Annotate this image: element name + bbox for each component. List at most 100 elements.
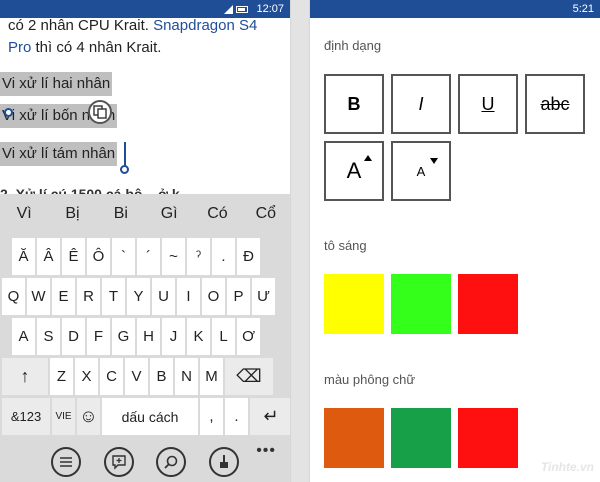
- document-panel: 12:07 có 2 nhân CPU Krait. Snapdragon S4…: [0, 0, 290, 482]
- highlight-swatch-yellow[interactable]: [324, 274, 384, 334]
- key[interactable]: Y: [127, 278, 150, 315]
- status-time: 12:07: [256, 3, 284, 15]
- find-button[interactable]: [156, 447, 187, 477]
- key[interactable]: ´: [137, 238, 160, 275]
- outline-button[interactable]: [51, 447, 82, 477]
- key[interactable]: P: [227, 278, 250, 315]
- key[interactable]: ~: [162, 238, 185, 275]
- key[interactable]: V: [125, 358, 148, 395]
- status-time: 5:21: [572, 3, 594, 15]
- shift-key[interactable]: ↑: [2, 358, 48, 395]
- suggestion-item[interactable]: Vì: [0, 205, 48, 223]
- panel-divider: [290, 0, 310, 482]
- format-button[interactable]: [208, 447, 239, 477]
- key[interactable]: X: [75, 358, 98, 395]
- key[interactable]: B: [150, 358, 173, 395]
- key[interactable]: L: [212, 318, 235, 355]
- key[interactable]: R: [77, 278, 100, 315]
- highlight-swatch-red[interactable]: [458, 274, 518, 334]
- key[interactable]: Ô: [87, 238, 110, 275]
- enter-key[interactable]: ↵: [250, 398, 290, 435]
- suggestion-item[interactable]: Có: [193, 205, 241, 223]
- emoji-key[interactable]: ☺: [77, 398, 100, 435]
- selection-start-handle[interactable]: [4, 108, 13, 117]
- key[interactable]: Â: [37, 238, 60, 275]
- suggestion-item[interactable]: Gì: [145, 205, 193, 223]
- comma-key[interactable]: ,: [200, 398, 223, 435]
- key[interactable]: Đ: [237, 238, 260, 275]
- key[interactable]: ˀ: [187, 238, 210, 275]
- key[interactable]: M: [200, 358, 223, 395]
- key[interactable]: W: [27, 278, 50, 315]
- status-icons: [224, 4, 249, 14]
- highlight-section-label: tô sáng: [324, 238, 367, 253]
- key[interactable]: D: [62, 318, 85, 355]
- selected-line-1[interactable]: Vi xử lí hai nhân: [0, 72, 113, 96]
- highlight-swatch-green[interactable]: [391, 274, 451, 334]
- selection-end-handle[interactable]: [120, 165, 129, 174]
- key[interactable]: J: [162, 318, 185, 355]
- copy-button[interactable]: [88, 100, 112, 124]
- selected-line-3[interactable]: Vi xử lí tám nhân: [0, 142, 118, 166]
- comment-add-icon: [112, 455, 126, 470]
- key[interactable]: Q: [2, 278, 25, 315]
- key[interactable]: K: [187, 318, 210, 355]
- suggestion-item[interactable]: Bị: [48, 205, 96, 223]
- grow-font-label: A: [346, 158, 362, 183]
- font-color-swatch-orange[interactable]: [324, 408, 384, 468]
- shrink-font-button[interactable]: A: [391, 141, 451, 201]
- space-key[interactable]: dấu cách: [102, 398, 198, 435]
- key[interactable]: E: [52, 278, 75, 315]
- document-body[interactable]: có 2 nhân CPU Krait. Snapdragon S4 Pro t…: [8, 17, 290, 59]
- shrink-font-label: A: [416, 163, 426, 179]
- underline-button[interactable]: U: [458, 74, 518, 134]
- bold-button[interactable]: B: [324, 74, 384, 134]
- key-row-3: A S D F G H J K L Ơ: [12, 318, 262, 355]
- key-row-4: ↑ Z X C V B N M ⌫: [2, 358, 275, 395]
- brush-icon: [219, 455, 228, 468]
- strikethrough-button[interactable]: abc: [525, 74, 585, 134]
- key[interactable]: F: [87, 318, 110, 355]
- key[interactable]: Ơ: [237, 318, 260, 355]
- grow-font-button[interactable]: A: [324, 141, 384, 201]
- key[interactable]: A: [12, 318, 35, 355]
- comment-button[interactable]: [103, 447, 134, 477]
- font-color-swatch-green[interactable]: [391, 408, 451, 468]
- key[interactable]: Z: [50, 358, 73, 395]
- key[interactable]: U: [152, 278, 175, 315]
- period-key[interactable]: .: [225, 398, 248, 435]
- suggestion-item[interactable]: Cổ: [242, 205, 290, 223]
- keyboard: Vì Bị Bi Gì Có Cổ Ă Â Ê Ô ` ´ ~ ˀ . Đ Q …: [0, 194, 290, 482]
- key[interactable]: G: [112, 318, 135, 355]
- key[interactable]: S: [37, 318, 60, 355]
- status-bar: 5:21: [310, 0, 600, 18]
- arrow-down-icon: [430, 158, 438, 164]
- more-icon[interactable]: •••: [256, 442, 276, 460]
- italic-button[interactable]: I: [391, 74, 451, 134]
- font-color-swatch-red[interactable]: [458, 408, 518, 468]
- arrow-up-icon: [364, 155, 372, 161]
- doc-link-snapdragon[interactable]: Snapdragon S4: [153, 17, 257, 34]
- key[interactable]: N: [175, 358, 198, 395]
- format-panel: 5:21 định dạng B I U abc A A tô sáng màu…: [310, 0, 600, 482]
- key[interactable]: C: [100, 358, 123, 395]
- numbers-key[interactable]: &123: [2, 398, 50, 435]
- doc-text: có 2 nhân CPU Krait.: [8, 17, 154, 34]
- key[interactable]: H: [137, 318, 160, 355]
- app-bar: [0, 442, 290, 482]
- key[interactable]: Ư: [252, 278, 275, 315]
- key[interactable]: `: [112, 238, 135, 275]
- signal-icon: [224, 4, 234, 14]
- key[interactable]: .: [212, 238, 235, 275]
- key[interactable]: Ă: [12, 238, 35, 275]
- key[interactable]: Ê: [62, 238, 85, 275]
- key-row-1: Ă Â Ê Ô ` ´ ~ ˀ . Đ: [12, 238, 262, 275]
- language-key[interactable]: VIE: [52, 398, 75, 435]
- doc-line-2: Pro thì có 4 nhân Krait.: [8, 37, 290, 59]
- key[interactable]: T: [102, 278, 125, 315]
- backspace-key[interactable]: ⌫: [225, 358, 273, 395]
- doc-link-pro[interactable]: Pro: [8, 39, 31, 56]
- suggestion-item[interactable]: Bi: [97, 205, 145, 223]
- key[interactable]: O: [202, 278, 225, 315]
- key[interactable]: I: [177, 278, 200, 315]
